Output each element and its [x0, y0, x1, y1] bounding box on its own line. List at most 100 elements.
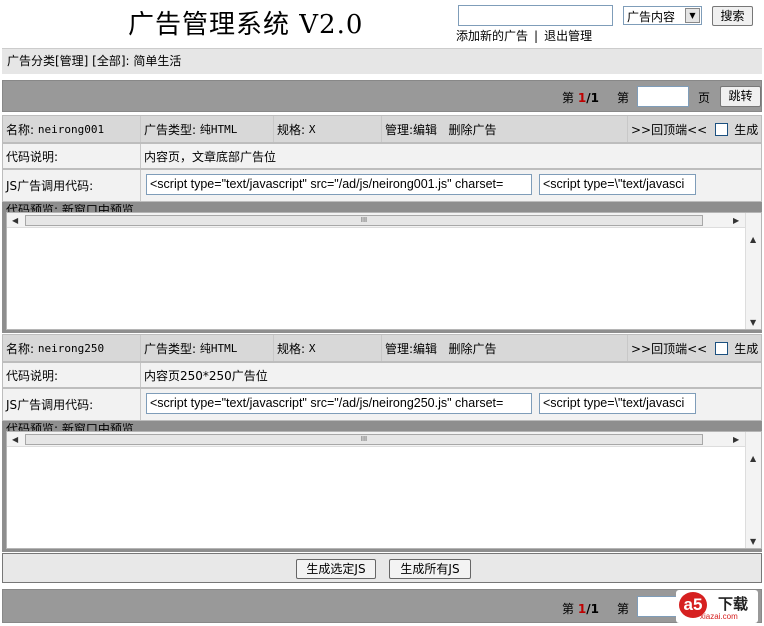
preview-frame[interactable]: ◀ III ▶ ▲ ▼	[6, 431, 762, 549]
ad-spec-label: 规格:	[277, 122, 306, 137]
header-links: 添加新的广告 | 退出管理	[456, 27, 592, 44]
ad-spec-cell: 规格: X	[274, 335, 382, 361]
logout-link[interactable]: 退出管理	[544, 29, 592, 43]
ad-desc: 内容页250*250广告位	[144, 368, 268, 383]
watermark-cn: 下载	[718, 595, 749, 613]
ad-header-row: 名称: neirong001 广告类型: 纯HTML 规格: X 管理: 编辑 删…	[2, 115, 762, 143]
page-prefix: 第	[562, 602, 575, 616]
scroll-up-icon[interactable]: ▲	[750, 454, 756, 463]
ad-preview-panel: 代码预览: 新窗口中预览 ◀ III ▶ ▲ ▼	[2, 421, 762, 552]
js-code-field[interactable]: <script type="text/javascript" src="/ad/…	[146, 393, 532, 414]
preview-label: 代码预览: 新窗口中预览	[6, 423, 134, 431]
ad-name-cell: 名称: neirong001	[3, 116, 141, 142]
ad-js-row: JS广告调用代码: <script type="text/javascript"…	[2, 169, 762, 202]
ad-desc: 内容页，文章底部广告位	[144, 149, 277, 164]
goto-prefix: 第	[617, 91, 630, 105]
ad-desc-label: 代码说明:	[3, 363, 141, 387]
ad-type-cell: 广告类型: 纯HTML	[141, 335, 274, 361]
ad-name-cell: 名称: neirong250	[3, 335, 141, 361]
ad-name: neirong001	[37, 122, 105, 136]
ad-manage-cell: 管理: 编辑 删除广告	[382, 116, 628, 142]
scroll-thumb[interactable]: III	[25, 434, 703, 445]
ad-type-label: 广告类型:	[144, 122, 197, 137]
ad-spec: X	[308, 341, 316, 355]
ad-manage-label: 管理:	[385, 341, 414, 356]
ad-type-cell: 广告类型: 纯HTML	[141, 116, 274, 142]
scroll-up-icon[interactable]: ▲	[750, 235, 756, 244]
ad-js-row: JS广告调用代码: <script type="text/javascript"…	[2, 388, 762, 421]
search-input[interactable]	[458, 5, 613, 26]
generate-checkbox[interactable]	[715, 341, 729, 355]
ad-preview-panel: 代码预览: 新窗口中预览 ◀ III ▶ ▲ ▼	[2, 202, 762, 333]
ad-name-label: 名称:	[6, 122, 35, 137]
page-current: 1	[577, 91, 587, 105]
scroll-right-icon[interactable]: ▶	[733, 432, 739, 447]
delete-ad-link[interactable]: 删除广告	[449, 121, 497, 138]
vertical-scrollbar[interactable]: ▲ ▼	[745, 213, 761, 329]
scroll-left-icon[interactable]: ◀	[12, 432, 18, 447]
ad-tools-cell: >>回顶端<< 生成	[628, 116, 763, 142]
horizontal-scrollbar[interactable]: ◀ III ▶	[7, 213, 747, 228]
generate-label: 生成	[734, 122, 759, 137]
ad-js-label: JS广告调用代码:	[3, 389, 141, 420]
ad-desc-row: 代码说明: 内容页250*250广告位	[2, 362, 762, 388]
edit-link[interactable]: 编辑	[413, 121, 437, 138]
link-separator: |	[534, 29, 539, 43]
ad-desc-row: 代码说明: 内容页，文章底部广告位	[2, 143, 762, 169]
page-current: 1	[577, 602, 587, 616]
page-indicator: 第 1/1	[562, 89, 599, 106]
preview-frame[interactable]: ◀ III ▶ ▲ ▼	[6, 212, 762, 330]
preview-label: 代码预览: 新窗口中预览	[6, 204, 134, 212]
ad-type: 纯HTML	[199, 123, 238, 136]
js-code-escaped-field[interactable]: <script type=\"text/javasci	[539, 393, 696, 414]
page-prefix: 第	[562, 91, 575, 105]
pager-bottom: 第 1/1 第	[2, 589, 762, 623]
edit-link[interactable]: 编辑	[413, 340, 437, 357]
back-to-top-link[interactable]: >>回顶端<<	[631, 121, 707, 138]
vertical-scrollbar[interactable]: ▲ ▼	[745, 432, 761, 548]
ad-spec-label: 规格:	[277, 341, 306, 356]
scroll-down-icon[interactable]: ▼	[750, 537, 756, 546]
horizontal-scrollbar[interactable]: ◀ III ▶	[7, 432, 747, 447]
scroll-thumb[interactable]: III	[25, 215, 703, 226]
page-number-input[interactable]	[637, 86, 689, 107]
delete-ad-link[interactable]: 删除广告	[449, 340, 497, 357]
ad-spec-cell: 规格: X	[274, 116, 382, 142]
ad-manage-cell: 管理: 编辑 删除广告	[382, 335, 628, 361]
ad-name-label: 名称:	[6, 341, 35, 356]
ad-desc-label: 代码说明:	[3, 144, 141, 168]
ad-name: neirong250	[37, 341, 105, 355]
jump-button[interactable]: 跳转	[720, 86, 761, 107]
js-code-escaped-field[interactable]: <script type=\"text/javasci	[539, 174, 696, 195]
page-total: 1	[590, 602, 599, 616]
back-to-top-link[interactable]: >>回顶端<<	[631, 340, 707, 357]
generate-label: 生成	[734, 341, 759, 356]
page-indicator: 第 1/1	[562, 600, 599, 617]
search-button[interactable]: 搜索	[712, 6, 753, 26]
ad-type: 纯HTML	[199, 342, 238, 355]
action-bar: 生成选定JS 生成所有JS	[2, 553, 762, 583]
scroll-down-icon[interactable]: ▼	[750, 318, 756, 327]
ad-type-label: 广告类型:	[144, 341, 197, 356]
page-total: 1	[590, 91, 599, 105]
breadcrumb: 广告分类[管理] [全部]: 简单生活	[2, 48, 762, 74]
watermark-logo: a5 下载 xiazai.com	[676, 590, 758, 623]
ad-manage-label: 管理:	[385, 122, 414, 137]
search-scope-value: 广告内容	[627, 10, 676, 24]
scroll-right-icon[interactable]: ▶	[733, 213, 739, 228]
generate-all-js-button[interactable]: 生成所有JS	[389, 559, 471, 579]
ad-tools-cell: >>回顶端<< 生成	[628, 335, 763, 361]
ad-js-label: JS广告调用代码:	[3, 170, 141, 201]
app-title: 广告管理系统 V2.0	[128, 10, 364, 40]
search-scope-select[interactable]: 广告内容 ▼	[623, 6, 702, 25]
header: 广告管理系统 V2.0 广告内容 ▼ 搜索 添加新的广告 | 退出管理	[0, 0, 764, 48]
chevron-down-icon[interactable]: ▼	[685, 8, 700, 23]
pager-top: 第 1/1 第 页 跳转	[2, 80, 762, 112]
goto-prefix: 第	[617, 602, 630, 616]
add-ad-link[interactable]: 添加新的广告	[456, 29, 528, 43]
js-code-field[interactable]: <script type="text/javascript" src="/ad/…	[146, 174, 532, 195]
watermark-en: xiazai.com	[700, 612, 738, 621]
generate-selected-js-button[interactable]: 生成选定JS	[296, 559, 376, 579]
generate-checkbox[interactable]	[715, 122, 729, 136]
scroll-left-icon[interactable]: ◀	[12, 213, 18, 228]
